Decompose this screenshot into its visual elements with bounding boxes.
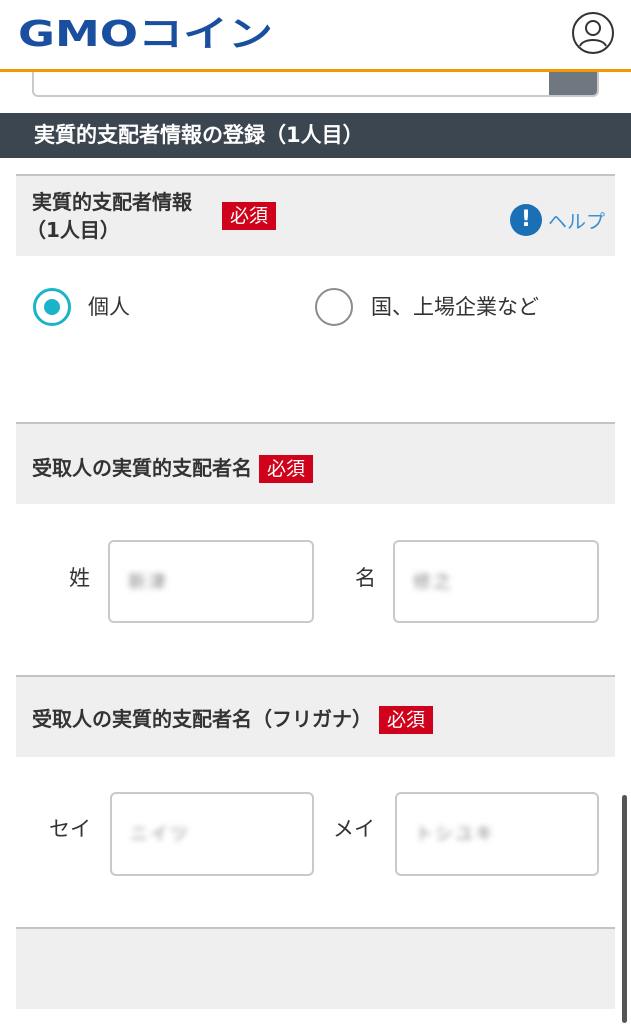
help-label: ヘルプ bbox=[548, 210, 606, 233]
name-title-text: 受取人の実質的支配者名 bbox=[32, 456, 252, 480]
last-name-label: 姓 bbox=[69, 566, 90, 590]
help-link[interactable]: ! ヘルプ bbox=[510, 204, 605, 236]
gmo-coin-logo[interactable]: GMOコイン bbox=[18, 13, 278, 53]
first-name-kana-input[interactable]: トシユキ bbox=[395, 792, 599, 876]
app-header: GMOコイン bbox=[0, 0, 631, 72]
radio-individual[interactable] bbox=[33, 288, 71, 326]
required-label: 必須 bbox=[222, 202, 277, 230]
required-badge: 必須 bbox=[222, 202, 277, 230]
first-name-label: 名 bbox=[355, 566, 376, 590]
radio-individual-label[interactable]: 個人 bbox=[88, 292, 130, 322]
first-name-value: 修之 bbox=[413, 572, 453, 593]
name-title: 受取人の実質的支配者名 必須 bbox=[32, 454, 313, 483]
owner-type-title-line2: （1人目） bbox=[26, 218, 120, 242]
scrollbar[interactable] bbox=[622, 795, 627, 1023]
first-name-kana-label: メイ bbox=[333, 817, 375, 841]
owner-type-header: 実質的支配者情報 （1人目） 必須 ! ヘルプ bbox=[16, 174, 615, 256]
required-badge: 必須 bbox=[378, 706, 433, 734]
kana-header: 受取人の実質的支配者名（フリガナ） 必須 bbox=[16, 675, 615, 757]
owner-type-title-line1: 実質的支配者情報 bbox=[32, 190, 192, 214]
required-badge: 必須 bbox=[258, 455, 313, 483]
kana-title: 受取人の実質的支配者名（フリガナ） 必須 bbox=[32, 705, 433, 734]
last-name-kana-label: セイ bbox=[49, 817, 91, 841]
last-name-value: 新津 bbox=[128, 572, 168, 593]
first-name-input[interactable]: 修之 bbox=[393, 540, 599, 623]
section-title: 実質的支配者情報の登録（1人目） bbox=[0, 113, 631, 158]
previous-field-button[interactable] bbox=[549, 70, 597, 95]
user-circle-icon[interactable] bbox=[571, 11, 615, 55]
first-name-kana-value: トシユキ bbox=[415, 824, 495, 845]
exclamation-circle-icon: ! bbox=[510, 204, 542, 236]
last-name-input[interactable]: 新津 bbox=[108, 540, 314, 623]
kana-title-text: 受取人の実質的支配者名（フリガナ） bbox=[32, 707, 372, 731]
last-name-kana-input[interactable]: ニイツ bbox=[110, 792, 314, 876]
name-header: 受取人の実質的支配者名 必須 bbox=[16, 422, 615, 504]
radio-corporation-label[interactable]: 国、上場企業など bbox=[371, 292, 539, 322]
previous-input-field[interactable] bbox=[32, 70, 599, 97]
next-question-header bbox=[16, 927, 615, 1009]
radio-corporation[interactable] bbox=[315, 288, 353, 326]
last-name-kana-value: ニイツ bbox=[130, 824, 190, 845]
svg-text:GMOコイン: GMOコイン bbox=[18, 14, 273, 53]
